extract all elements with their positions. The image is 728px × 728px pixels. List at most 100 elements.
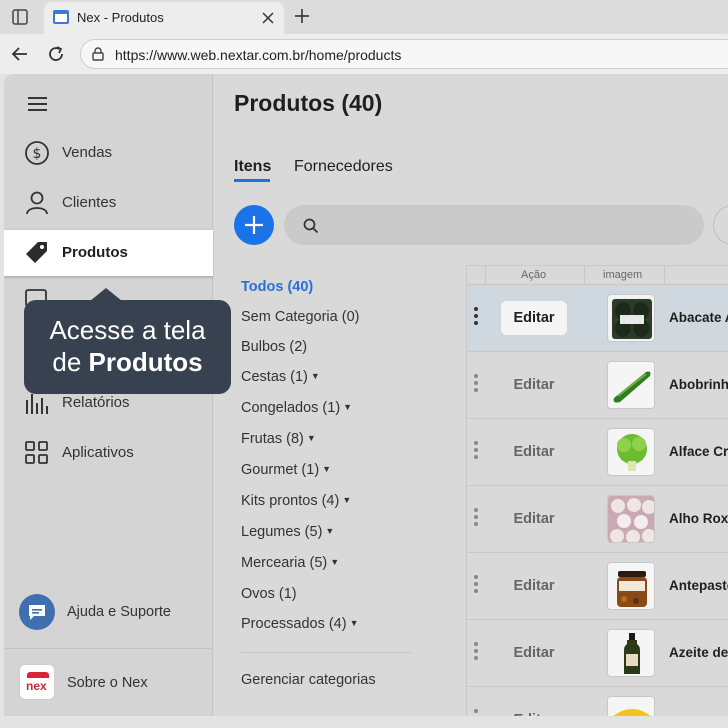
nex-logo-text: nex (26, 679, 47, 693)
header-imagem: imagem (603, 269, 643, 281)
more-vertical-icon[interactable] (473, 642, 479, 664)
sidebar-item-vendas[interactable]: $ Vendas (4, 130, 213, 176)
more-vertical-icon[interactable] (473, 307, 479, 329)
category-label: Processados (4) (241, 616, 347, 632)
sidebar-item-produtos[interactable]: Produtos (4, 230, 213, 276)
product-thumbnail (607, 629, 655, 677)
category-item[interactable]: Processados (4) ▼ (241, 616, 359, 632)
back-arrow-icon[interactable] (11, 45, 29, 63)
tutorial-tooltip: Acesse a tela de Produtos (24, 288, 231, 394)
caret-down-icon[interactable]: ▼ (322, 464, 331, 474)
sidebar-item-label: Relatórios (62, 394, 130, 411)
category-item[interactable]: Frutas (8) ▼ (241, 431, 316, 447)
caret-down-icon[interactable]: ▼ (350, 618, 359, 628)
chat-support-icon (19, 594, 55, 630)
url-field[interactable]: https://www.web.nextar.com.br/home/produ… (80, 39, 728, 69)
category-item[interactable]: Legumes (5) ▼ (241, 524, 334, 540)
edit-button[interactable]: Editar (501, 502, 567, 536)
more-vertical-icon[interactable] (473, 374, 479, 396)
sidebar-divider (4, 648, 213, 649)
edit-button[interactable]: Editar (501, 636, 567, 670)
more-vertical-icon[interactable] (473, 508, 479, 530)
edit-button[interactable]: Editar (501, 368, 567, 402)
reload-icon[interactable] (47, 45, 65, 63)
category-label: Kits prontos (4) (241, 493, 340, 509)
category-label: Gourmet (1) (241, 462, 320, 478)
add-product-button[interactable] (234, 205, 274, 245)
nex-logo-top (27, 672, 49, 678)
product-name: Abacate A (669, 310, 728, 325)
caret-down-icon[interactable]: ▼ (343, 402, 352, 412)
category-item[interactable]: Cestas (1) ▼ (241, 369, 320, 385)
search-input[interactable] (284, 205, 704, 245)
help-support-link[interactable]: Ajuda e Suporte (4, 592, 213, 632)
category-item[interactable]: Mercearia (5) ▼ (241, 555, 339, 571)
about-nex-link[interactable]: nex Sobre o Nex (4, 662, 213, 704)
hamburger-menu-icon[interactable] (28, 96, 48, 112)
sidebar-item-clientes[interactable]: Clientes (4, 180, 213, 226)
sidebar-item-aplicativos[interactable]: Aplicativos (4, 430, 213, 476)
filter-button[interactable] (713, 205, 728, 245)
caret-down-icon[interactable]: ▼ (311, 371, 320, 381)
more-vertical-icon[interactable] (473, 441, 479, 463)
tooltip-line-2-prefix: de (52, 347, 82, 377)
search-icon (303, 218, 319, 234)
site-info-icon[interactable] (91, 47, 105, 61)
edit-button[interactable]: Editar (501, 703, 567, 716)
category-item[interactable]: Sem Categoria (0) (241, 309, 359, 325)
category-item[interactable]: Ovos (1) (241, 586, 297, 602)
table-row[interactable]: Editar Alho Roxo (467, 486, 728, 553)
sidebar-item-label: Vendas (62, 144, 113, 161)
category-item[interactable]: Kits prontos (4) ▼ (241, 493, 351, 509)
category-label: Frutas (8) (241, 431, 304, 447)
caret-down-icon[interactable]: ▼ (330, 557, 339, 567)
caret-down-icon[interactable]: ▼ (307, 433, 316, 443)
table-row[interactable]: Editar Antepasto (467, 553, 728, 620)
table-row[interactable]: Editar Abobrinha (467, 352, 728, 419)
browser-tab-bar: Nex - Produtos (0, 0, 728, 34)
new-tab-icon[interactable] (294, 8, 310, 24)
table-row[interactable]: Editar (467, 687, 728, 716)
tab-fornecedores[interactable]: Fornecedores (294, 158, 393, 176)
edit-button[interactable]: Editar (501, 435, 567, 469)
browser-tab[interactable]: Nex - Produtos (44, 2, 284, 34)
more-vertical-icon[interactable] (473, 575, 479, 597)
apps-grid-icon (25, 441, 48, 464)
product-thumbnail (607, 361, 655, 409)
header-separator (584, 266, 585, 285)
nex-logo: nex (19, 664, 55, 700)
caret-down-icon[interactable]: ▼ (325, 526, 334, 536)
category-label: Sem Categoria (0) (241, 309, 360, 325)
sidebar-item-label: Aplicativos (62, 444, 134, 461)
table-row[interactable]: Editar Alface Cr (467, 419, 728, 486)
category-label: Mercearia (5) (241, 555, 328, 571)
product-name: Alho Roxo (669, 511, 728, 526)
sidebar-item-label: Clientes (62, 194, 117, 211)
edit-button[interactable]: Editar (501, 569, 567, 603)
dollar-circle-icon: $ (25, 141, 49, 165)
tab-title: Nex - Produtos (77, 10, 164, 25)
category-item[interactable]: Todos (40) (241, 279, 313, 295)
edit-button[interactable]: Editar (501, 301, 567, 335)
tooltip-line-1: Acesse a tela (49, 315, 206, 345)
table-row[interactable]: Editar Azeite de (467, 620, 728, 687)
manage-categories-link[interactable]: Gerenciar categorias (241, 672, 376, 688)
tooltip-line-2: de Produtos (24, 346, 231, 378)
product-thumbnail (607, 294, 655, 342)
svg-text:$: $ (33, 146, 42, 162)
more-vertical-icon[interactable] (473, 709, 479, 716)
tab-itens[interactable]: Itens (234, 158, 271, 176)
category-label: Bulbos (2) (241, 339, 308, 355)
category-divider (241, 652, 411, 653)
category-item[interactable]: Gourmet (1) ▼ (241, 462, 331, 478)
table-row[interactable]: Editar Abacate A (467, 285, 728, 352)
sidebar-toggle-icon[interactable] (12, 9, 28, 25)
product-thumbnail (607, 495, 655, 543)
products-table: Ação imagem Editar Abacate A Editar Abobrin… (466, 265, 728, 716)
main-content: Produtos (40) Itens Fornecedores Todos (… (214, 74, 728, 716)
caret-down-icon[interactable]: ▼ (342, 495, 351, 505)
close-tab-icon[interactable] (262, 12, 274, 24)
sidebar: $ Vendas Clientes Produtos Relatórios Ap… (4, 74, 213, 716)
category-item[interactable]: Congelados (1) ▼ (241, 400, 352, 416)
category-item[interactable]: Bulbos (2) (241, 339, 307, 355)
